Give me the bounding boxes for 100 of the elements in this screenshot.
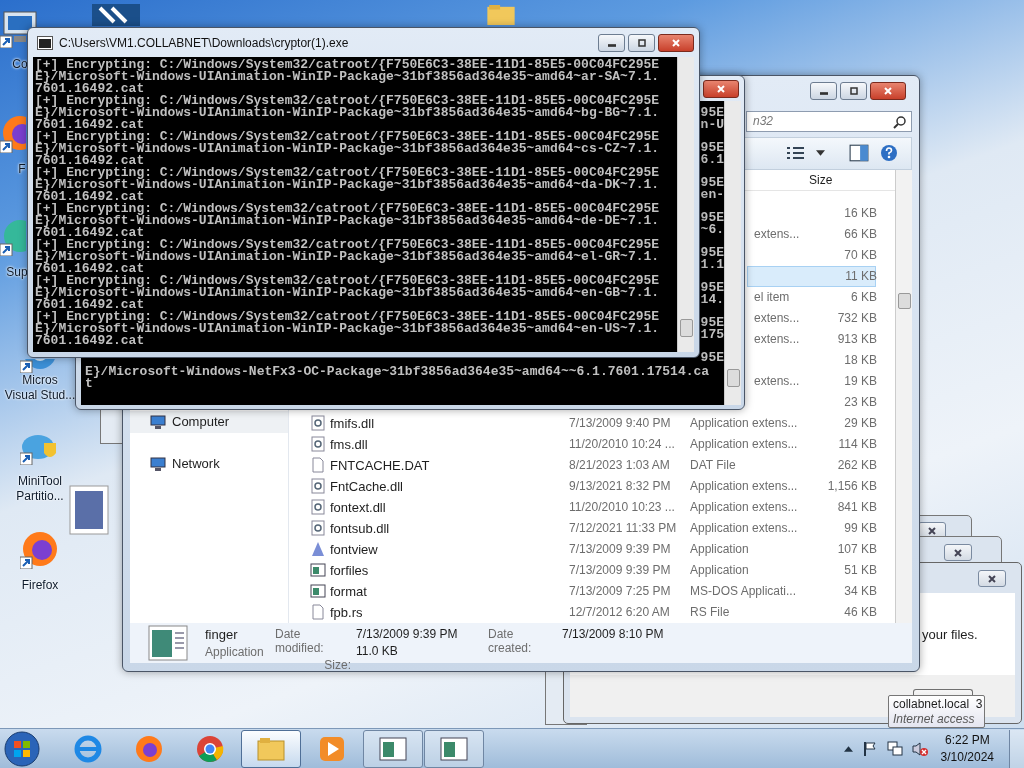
field-value: 7/13/2009 8:10 PM: [562, 627, 664, 641]
network-icon[interactable]: [886, 741, 903, 757]
file-row[interactable]: forfiles 7/13/2009 9:39 PM Application 51 KB: [289, 560, 895, 581]
file-name: fmifs.dll: [330, 416, 375, 431]
icon-label: Partitio...: [16, 489, 64, 504]
maximize-button[interactable]: [840, 81, 867, 100]
start-button[interactable]: [4, 731, 40, 767]
close-button[interactable]: [944, 544, 972, 561]
console-line: E}/Microsoft-Windows-UIAnimation-WinIP-Package~31bf3856ad364e35~amd64~ar-SA~7.1.: [35, 71, 661, 83]
show-desktop-button[interactable]: [1009, 730, 1024, 768]
scrollbar[interactable]: [895, 170, 912, 623]
file-row[interactable]: fmifs.dll 7/13/2009 9:40 PM Application extens... 29 KB: [289, 413, 895, 434]
tooltip-subtitle: Internet access: [893, 712, 976, 727]
console-line: 6.1: [700, 154, 724, 166]
column-header[interactable]: Size: [801, 173, 876, 187]
size-cell: 70 KB: [844, 248, 877, 263]
speaker-muted-icon[interactable]: [911, 741, 928, 757]
close-button[interactable]: [658, 33, 694, 52]
console-line: 7601.16492.cat: [35, 83, 145, 95]
date-cell: 7/13/2009 9:39 PM: [569, 542, 671, 557]
application-icon: [148, 625, 188, 661]
file-row[interactable]: el item 6 KB: [747, 287, 876, 308]
file-row[interactable]: format 7/13/2009 7:25 PM MS-DOS Applicati... 34 KB: [289, 581, 895, 602]
file-name: format: [330, 584, 367, 599]
preview-pane-icon[interactable]: [849, 144, 869, 163]
search-field[interactable]: n32: [746, 110, 912, 132]
file-row[interactable]: extens... 913 KB: [747, 329, 876, 350]
file-row[interactable]: FntCache.dll 9/13/2021 8:32 PM Application extens... 1,156 KB: [289, 476, 895, 497]
console-button[interactable]: [424, 730, 484, 768]
flag-icon[interactable]: [861, 741, 878, 757]
file-row[interactable]: fontsub.dll 7/12/2021 11:33 PM Application extens... 99 KB: [289, 518, 895, 539]
console-line: E}/Microsoft-Windows-UIAnimation-WinIP-Package~31bf3856ad364e35~amd64~el-GR~7.1.: [35, 251, 661, 263]
type-cell: Application extens...: [690, 500, 798, 515]
icon-label: Sup: [6, 265, 28, 280]
size-cell: 11 KB: [845, 269, 877, 284]
field-label: Size:: [324, 658, 351, 672]
field-value: 11.0 KB: [356, 644, 399, 658]
minimize-icon: [607, 44, 616, 47]
console-line: 1.1: [700, 259, 724, 271]
type-cell: RS File: [690, 605, 730, 620]
console-line: 7601.16492.cat: [35, 191, 145, 203]
size-cell: 46 KB: [844, 605, 877, 620]
console-line: 175: [700, 329, 724, 341]
size-cell: 19 KB: [844, 374, 877, 389]
close-button[interactable]: [703, 79, 739, 98]
file-row[interactable]: fontview 7/13/2009 9:39 PM Application 107 KB: [289, 539, 895, 560]
file-name: FNTCACHE.DAT: [330, 458, 430, 473]
console-line: 95E: [700, 352, 724, 364]
file-row[interactable]: FNTCACHE.DAT 8/21/2023 1:03 AM DAT File 262 KB: [289, 455, 895, 476]
tooltip-title: collabnet.local 3: [893, 697, 980, 712]
file-name: finger: [205, 627, 239, 642]
nav-label: Computer: [172, 414, 230, 430]
file-row[interactable]: extens... 66 KB: [747, 224, 876, 245]
clock[interactable]: 6:22 PM 3/10/2024: [940, 732, 994, 766]
nav-item[interactable]: Computer: [130, 411, 288, 433]
console-line: 95E: [700, 317, 724, 329]
file-row[interactable]: 16 KB: [747, 203, 876, 224]
help-icon[interactable]: [879, 144, 899, 163]
folder-button[interactable]: [241, 730, 301, 768]
date-cell: 7/13/2009 7:25 PM: [569, 584, 671, 599]
date-cell: 8/21/2023 1:03 AM: [569, 458, 670, 473]
console-line: 7601.16492.cat: [35, 263, 145, 275]
console-line: [+] Encrypting: C:/Windows/System32/catroot/{F750E6C3-38EE-11D1-85E5-00C04FC295E: [35, 167, 661, 179]
console-line: [+] Encrypting: C:/Windows/System32/catroot/{F750E6C3-38EE-11D1-85E5-00C04FC295E: [35, 203, 661, 215]
console-line: E}/Microsoft-Windows-UIAnimation-WinIP-Package~31bf3856ad364e35~amd64~cs-CZ~7.1.: [35, 143, 661, 155]
search-icon[interactable]: [893, 114, 907, 129]
console-line: en-: [700, 189, 724, 201]
close-icon: [953, 547, 963, 558]
maximize-button[interactable]: [628, 33, 655, 52]
close-button[interactable]: [870, 81, 906, 100]
maximize-icon: [636, 37, 647, 48]
date-cell: 7/13/2009 9:40 PM: [569, 416, 671, 431]
browser-icon[interactable]: [20, 529, 60, 569]
film-icon[interactable]: [92, 4, 140, 26]
size-cell: 29 KB: [844, 416, 877, 431]
scrollbar[interactable]: [677, 57, 694, 352]
file-row[interactable]: extens... 732 KB: [747, 308, 876, 329]
size-cell: 1,156 KB: [827, 479, 877, 494]
caret-icon[interactable]: [816, 150, 825, 157]
scrollbar[interactable]: [724, 101, 741, 405]
file-row[interactable]: fms.dll 11/20/2010 10:24 ... Application extens... 114 KB: [289, 434, 895, 455]
file-row[interactable]: extens... 19 KB: [747, 371, 876, 392]
size-cell: 16 KB: [844, 206, 877, 221]
file-row[interactable]: 23 KB: [747, 392, 876, 413]
type-cell: Application extens...: [690, 521, 798, 536]
nav-item[interactable]: Network: [130, 453, 288, 475]
size-cell: 913 KB: [837, 332, 877, 347]
file-row[interactable]: 18 KB: [747, 350, 876, 371]
close-button[interactable]: [978, 570, 1006, 587]
console-line: 95E: [700, 177, 724, 189]
minimize-button[interactable]: [810, 81, 837, 100]
close-icon: [716, 83, 726, 94]
file-row[interactable]: 70 KB: [747, 245, 876, 266]
file-row[interactable]: fpb.rs 12/7/2012 6:20 AM RS File 46 KB: [289, 602, 895, 623]
picture-frame-icon[interactable]: [68, 484, 110, 536]
file-row[interactable]: 11 KB: [747, 266, 876, 287]
file-row[interactable]: fontext.dll 11/20/2010 10:23 ... Application extens... 841 KB: [289, 497, 895, 518]
console-button[interactable]: [363, 730, 423, 768]
caret-icon[interactable]: [843, 746, 853, 752]
minimize-button[interactable]: [598, 33, 625, 52]
